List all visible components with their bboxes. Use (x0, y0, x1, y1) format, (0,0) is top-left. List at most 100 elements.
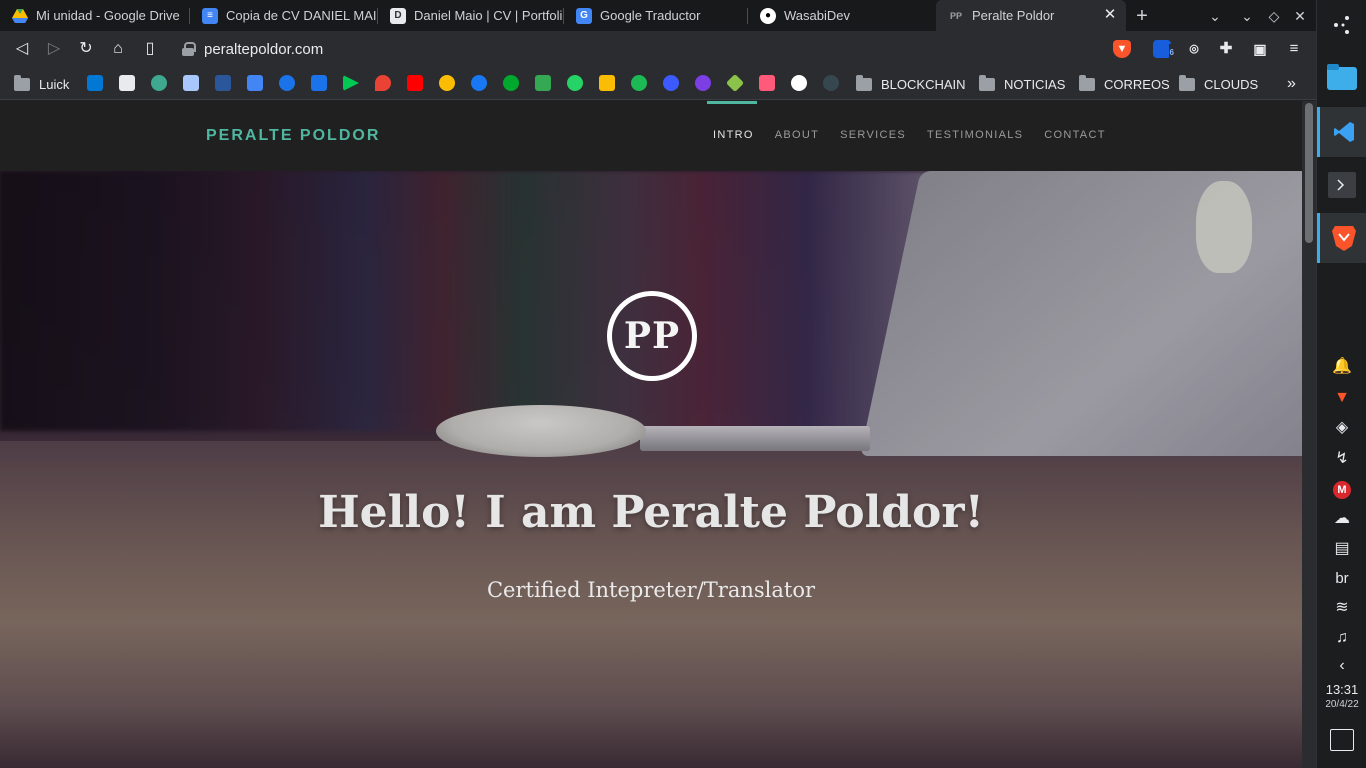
home-icon[interactable]: ⌂ (108, 39, 128, 59)
notifications-icon[interactable]: 🔔 (1317, 355, 1366, 379)
extensions-icon[interactable]: ✚ (1217, 40, 1235, 58)
bookmark-folder-clouds[interactable]: CLOUDS (1179, 74, 1259, 93)
tab-search-icon[interactable]: ⌄ (1205, 6, 1225, 26)
keyboard-layout-indicator[interactable]: br (1317, 567, 1366, 591)
tab-google-docs[interactable]: ≡ Copia de CV DANIEL MAIO (190, 0, 378, 31)
reload-icon[interactable]: ↻ (76, 39, 96, 59)
tab-title: WasabiDev (784, 8, 850, 23)
update-icon[interactable]: ↯ (1317, 447, 1366, 471)
vscode-taskbar-icon[interactable] (1317, 107, 1366, 157)
ethereum-icon[interactable] (151, 75, 167, 91)
github-bookmark-icon[interactable] (791, 75, 807, 91)
folder-icon (1079, 74, 1095, 91)
file-manager-icon[interactable] (1317, 52, 1366, 102)
system-clock[interactable]: 13:31 20/4/22 (1317, 682, 1366, 710)
maps-icon[interactable] (375, 75, 391, 91)
site-menu: INTRO ABOUT SERVICES TESTIMONIALS CONTAC… (713, 129, 1127, 141)
bookmark-icon[interactable]: ▯ (140, 39, 160, 59)
menu-testimonials[interactable]: TESTIMONIALS (927, 129, 1023, 141)
tab-google-translate[interactable]: G Google Traductor (564, 0, 748, 31)
maximize-icon[interactable]: ◇ (1264, 6, 1284, 26)
minimize-icon[interactable]: ⌄ (1237, 6, 1257, 26)
translate-bookmark-icon[interactable] (247, 75, 263, 91)
menu-intro[interactable]: INTRO (713, 129, 754, 141)
tab-peralte-poldor[interactable]: PP Peralte Poldor ✕ (936, 0, 1126, 31)
expand-tray-icon[interactable]: ‹ (1317, 654, 1366, 678)
brave-taskbar-icon[interactable] (1317, 213, 1366, 263)
dropbox-icon[interactable]: ◈ (1317, 416, 1366, 440)
evernote-icon[interactable] (503, 75, 519, 91)
tab-google-drive[interactable]: Mi unidad - Google Drive (0, 0, 190, 31)
clock-date: 20/4/22 (1325, 699, 1359, 710)
show-desktop-button[interactable] (1330, 729, 1354, 751)
calendar-bookmark-icon[interactable] (183, 75, 199, 91)
bookmark-folder-luick[interactable]: Luick (14, 74, 69, 93)
bookmark-label: BLOCKCHAIN (881, 76, 966, 92)
play-store-icon[interactable] (343, 75, 359, 91)
whatsapp-icon[interactable] (567, 75, 583, 91)
clipboard-icon[interactable]: ▤ (1317, 537, 1366, 561)
menu-icon[interactable]: ≡ (1285, 40, 1303, 58)
site-navbar: PERALTE POLDOR INTRO ABOUT SERVICES TEST… (0, 101, 1302, 171)
tab-portfolio[interactable]: D Daniel Maio | CV | Portfolio (378, 0, 564, 31)
google-calendar-icon[interactable] (311, 75, 327, 91)
back-icon[interactable]: ◁ (12, 39, 32, 59)
crypto-icon[interactable] (725, 73, 745, 93)
uphold-icon[interactable] (695, 75, 711, 91)
jw-icon[interactable] (215, 75, 231, 91)
bookmark-folder-blockchain[interactable]: BLOCKCHAIN (856, 74, 966, 93)
portfolio-icon: D (390, 7, 406, 24)
wallet-icon[interactable]: ▣ (1251, 40, 1269, 58)
app-launcher-icon[interactable] (1317, 0, 1366, 50)
linea-icon[interactable] (663, 75, 679, 91)
tab-strip: Mi unidad - Google Drive ≡ Copia de CV D… (0, 0, 1316, 31)
bookmark-folder-correos[interactable]: CORREOS (1079, 74, 1170, 93)
menu-contact[interactable]: CONTACT (1044, 129, 1105, 141)
page-scrollbar[interactable] (1302, 101, 1316, 768)
mega-icon[interactable]: M (1317, 477, 1366, 501)
folder-icon (856, 74, 872, 91)
drive-bookmark-icon[interactable] (535, 75, 551, 91)
cloud-sync-icon[interactable]: ☁ (1317, 507, 1366, 531)
volume-icon[interactable]: ♫ (1317, 626, 1366, 650)
brave-tray-icon[interactable]: ▼ (1317, 386, 1366, 410)
github-icon: ● (760, 7, 776, 24)
contacts-icon[interactable] (279, 75, 295, 91)
bookmark-label: CORREOS (1104, 76, 1170, 92)
forward-icon[interactable]: ▷ (44, 39, 64, 59)
google-translate-icon: G (576, 7, 592, 24)
scrollbar-thumb[interactable] (1305, 103, 1313, 243)
bookmarks-overflow-button[interactable]: » (1287, 75, 1296, 93)
tab-title: Copia de CV DANIEL MAIO (226, 8, 378, 23)
new-tab-icon[interactable]: + (1132, 6, 1152, 26)
browser-window: Mi unidad - Google Drive ≡ Copia de CV D… (0, 0, 1316, 768)
bookmark-folder-noticias[interactable]: NOTICIAS (979, 74, 1065, 93)
site-brand[interactable]: PERALTE POLDOR (206, 127, 380, 145)
url-text: peraltepoldor.com (204, 40, 324, 58)
photos-icon[interactable] (439, 75, 455, 91)
wifi-icon[interactable]: ≋ (1317, 596, 1366, 620)
terminal-icon[interactable] (1317, 160, 1366, 210)
menu-services[interactable]: SERVICES (840, 129, 906, 141)
brave-shields-icon[interactable]: ▼ (1113, 40, 1131, 58)
system-dock: 🔔 ▼ ◈ ↯ M ☁ ▤ br ≋ ♫ ‹ 13:31 20/4/22 (1316, 0, 1366, 768)
youtube-icon[interactable] (407, 75, 423, 91)
app-bookmark-icon[interactable] (119, 75, 135, 91)
folder-icon (14, 74, 30, 91)
spotify-icon[interactable] (631, 75, 647, 91)
incognito-extension-icon[interactable]: ◎ (1185, 40, 1203, 58)
facebook-icon[interactable] (471, 75, 487, 91)
bitwarden-icon[interactable]: 6 (1153, 40, 1175, 62)
tab-github[interactable]: ● WasabiDev (748, 0, 934, 31)
close-tab-icon[interactable]: ✕ (1102, 7, 1118, 23)
vscode-icon[interactable] (87, 75, 103, 91)
active-menu-indicator (707, 101, 757, 104)
bookmark-label: CLOUDS (1204, 76, 1259, 92)
app-icon[interactable] (759, 75, 775, 91)
address-bar[interactable]: peraltepoldor.com (182, 37, 323, 61)
close-window-icon[interactable]: ✕ (1290, 6, 1310, 26)
menu-about[interactable]: ABOUT (775, 129, 819, 141)
ocean-icon[interactable] (823, 75, 839, 91)
tab-title: Daniel Maio | CV | Portfolio (414, 8, 564, 23)
keep-icon[interactable] (599, 75, 615, 91)
